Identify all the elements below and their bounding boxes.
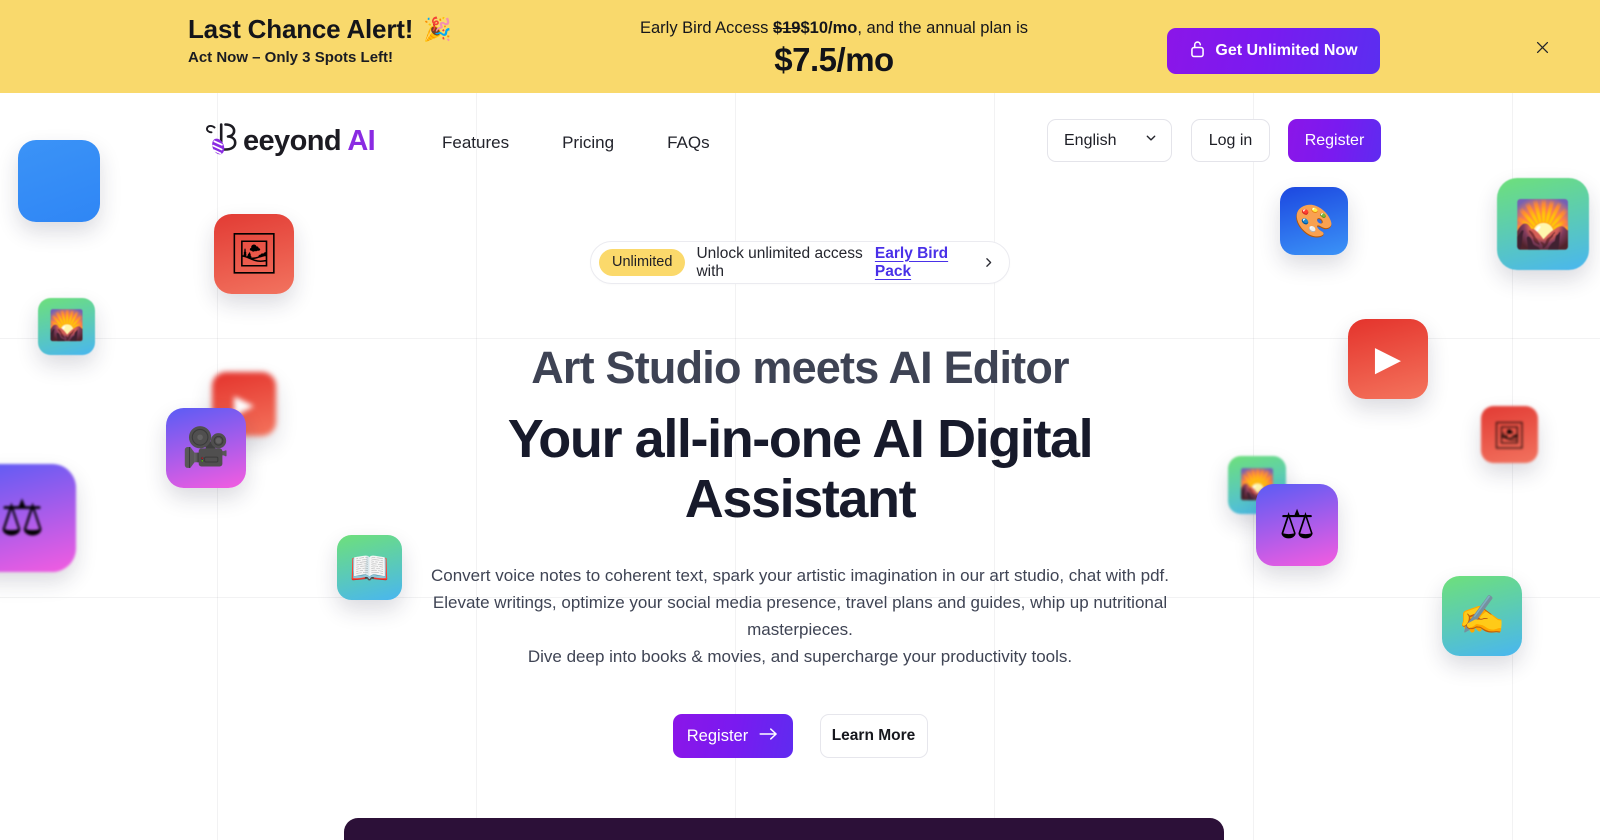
bee-logo-icon bbox=[205, 117, 247, 166]
promo-offer-suffix: , and the annual plan is bbox=[857, 19, 1028, 37]
promo-offer-line: Early Bird Access $19$10/mo, and the ann… bbox=[600, 17, 1068, 39]
promo-old-price: $19 bbox=[772, 19, 801, 37]
main-nav: Features Pricing FAQs bbox=[440, 127, 712, 159]
promo-banner-left: Last Chance Alert! 🎉 Act Now – Only 3 Sp… bbox=[188, 14, 658, 66]
hero-description-line-2: Elevate writings, optimize your social m… bbox=[432, 593, 1168, 639]
promo-banner-offer: Early Bird Access $19$10/mo, and the ann… bbox=[600, 17, 1068, 80]
promo-offer-prefix: Early Bird Access bbox=[639, 19, 773, 37]
register-button-hero[interactable]: Register bbox=[672, 714, 793, 758]
get-unlimited-now-button[interactable]: Get Unlimited Now bbox=[1167, 28, 1380, 74]
early-bird-pill[interactable]: Unlimited Unlock unlimited access with E… bbox=[590, 241, 1010, 284]
party-popper-icon: 🎉 bbox=[423, 15, 452, 42]
logo-text: eeyond AI bbox=[243, 124, 376, 158]
promo-annual-price: $7.5/mo bbox=[774, 41, 894, 78]
page-title: Your all-in-one AI Digital Assistant bbox=[507, 409, 1094, 529]
hero-description: Convert voice notes to coherent text, sp… bbox=[400, 562, 1200, 670]
learn-more-button[interactable]: Learn More bbox=[819, 714, 928, 758]
close-icon[interactable] bbox=[1530, 35, 1554, 59]
chevron-right-icon bbox=[982, 256, 995, 269]
nav-item-features[interactable]: Features bbox=[440, 127, 511, 159]
register-button-header[interactable]: Register bbox=[1288, 119, 1381, 162]
early-bird-pack-link[interactable]: Early Bird Pack bbox=[875, 245, 971, 281]
get-unlimited-now-label: Get Unlimited Now bbox=[1215, 42, 1358, 59]
promo-banner: Last Chance Alert! 🎉 Act Now – Only 3 Sp… bbox=[0, 0, 1600, 93]
promo-new-price: $10/mo bbox=[800, 19, 858, 37]
logo-text-main: eeyond bbox=[243, 124, 342, 157]
logo[interactable]: eeyond AI bbox=[205, 117, 376, 166]
hero-cta-row: Register Learn More bbox=[0, 714, 1600, 758]
logo-text-accent: AI bbox=[347, 124, 376, 157]
nav-item-faqs[interactable]: FAQs bbox=[665, 127, 712, 159]
unlock-icon bbox=[1189, 40, 1206, 63]
hero-description-line-3: Dive deep into books & movies, and super… bbox=[527, 647, 1073, 666]
login-button[interactable]: Log in bbox=[1191, 119, 1270, 162]
hero-section: Unlimited Unlock unlimited access with E… bbox=[0, 189, 1600, 758]
site-header: eeyond AI Features Pricing FAQs English … bbox=[0, 93, 1600, 189]
register-button-label: Register bbox=[686, 726, 749, 745]
promo-subtitle: Act Now – Only 3 Spots Left! bbox=[188, 49, 394, 66]
hero-description-line-1: Convert voice notes to coherent text, sp… bbox=[431, 566, 1169, 585]
page-root: 🖼 🌄 ▶ 🎥 ⚖ 📖 🎨 🌄 ▶ 🖼 🌄 ⚖ ✍ Last Chance Alert! 🎉 Act N… bbox=[0, 0, 1600, 840]
nav-item-pricing[interactable]: Pricing bbox=[560, 127, 616, 159]
promo-title: Last Chance Alert! bbox=[188, 14, 414, 44]
bottom-dark-panel bbox=[344, 818, 1224, 840]
hero-heading-top: Art Studio meets AI Editor bbox=[531, 342, 1069, 393]
chevron-down-icon bbox=[1144, 131, 1158, 150]
unlimited-badge: Unlimited bbox=[599, 249, 686, 276]
language-selected-value: English bbox=[1064, 131, 1117, 149]
promo-title-row: Last Chance Alert! 🎉 bbox=[188, 14, 658, 44]
arrow-right-icon bbox=[759, 727, 778, 746]
pill-text: Unlock unlimited access with bbox=[696, 244, 863, 280]
language-selector[interactable]: English bbox=[1047, 119, 1172, 162]
